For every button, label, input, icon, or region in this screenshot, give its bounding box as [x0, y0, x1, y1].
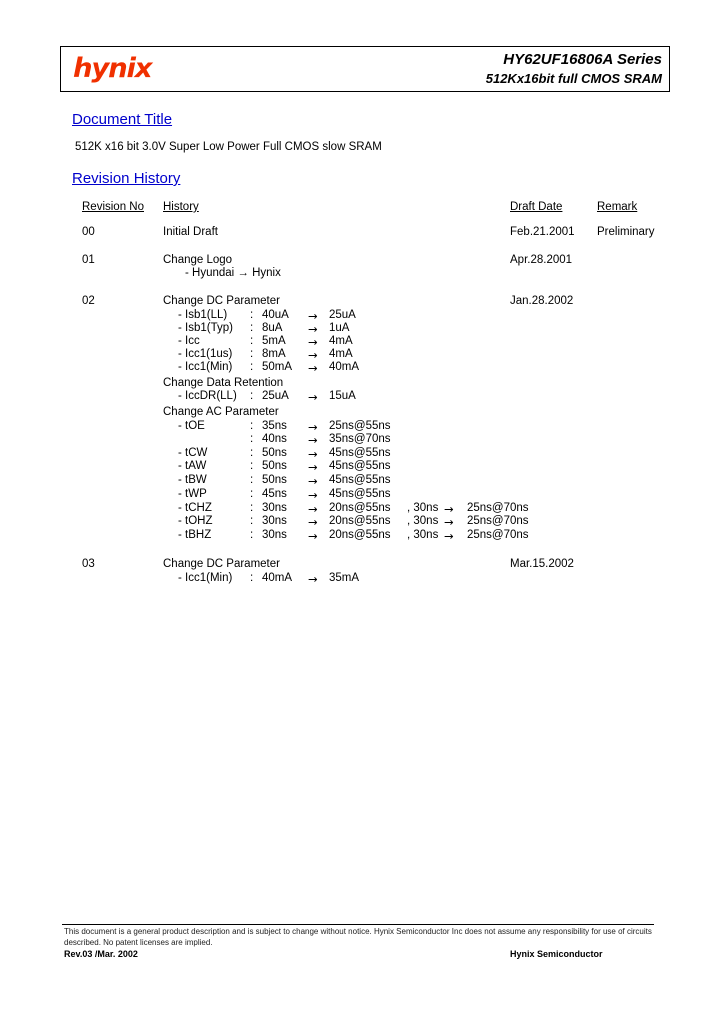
column-header-draft-date: Draft Date — [510, 201, 563, 213]
column-header-revision-no: Revision No — [82, 201, 144, 213]
table-row: Preliminary — [597, 226, 655, 238]
revision-history-heading: Revision History — [72, 170, 181, 187]
arrow-icon: → — [308, 529, 318, 543]
hynix-logo: hynix — [73, 53, 152, 84]
arrow-icon: → — [308, 447, 318, 461]
series-title: HY62UF16806A Series — [503, 51, 662, 68]
page-header-box: hynix HY62UF16806A Series 512Kx16bit ful… — [60, 46, 670, 92]
footer-revision: Rev.03 /Mar. 2002 — [64, 949, 138, 959]
document-title-text: 512K x16 bit 3.0V Super Low Power Full C… — [75, 141, 382, 153]
table-row: Change DC Parameter — [163, 295, 280, 307]
table-row: Mar.15.2002 — [510, 558, 574, 570]
arrow-icon: → — [308, 309, 318, 323]
arrow-icon: → — [308, 474, 318, 488]
arrow-icon: → — [308, 361, 318, 375]
arrow-icon: → — [444, 502, 454, 516]
data-retention-heading: Change Data Retention — [163, 377, 284, 389]
arrow-icon: → — [308, 420, 318, 434]
column-header-history: History — [163, 201, 199, 213]
column-header-remark: Remark — [597, 201, 638, 213]
arrow-icon: → — [308, 515, 318, 529]
footer-divider — [62, 924, 654, 925]
table-row: Apr.28.2001 — [510, 254, 573, 266]
arrow-icon: → — [308, 433, 318, 447]
arrow-icon: → — [308, 502, 318, 516]
arrow-icon: → — [308, 322, 318, 336]
table-row: Initial Draft — [163, 226, 218, 238]
arrow-icon: → — [308, 460, 318, 474]
arrow-icon: → — [308, 390, 318, 404]
series-subtitle: 512Kx16bit full CMOS SRAM — [485, 71, 662, 86]
table-row: 02 — [82, 295, 95, 307]
header-title-block: HY62UF16806A Series 512Kx16bit full CMOS… — [486, 50, 662, 88]
arrow-icon: → — [308, 572, 318, 586]
table-row: Change Logo — [163, 254, 233, 266]
arrow-icon: → — [308, 488, 318, 502]
table-row: 03 — [82, 558, 95, 570]
arrow-icon: → — [444, 515, 454, 529]
arrow-icon: → — [444, 529, 454, 543]
table-row: Jan.28.2002 — [510, 295, 574, 307]
footer-disclaimer: This document is a general product descr… — [64, 927, 652, 947]
ac-parameter-heading: Change AC Parameter — [163, 406, 279, 418]
document-title-heading: Document Title — [72, 111, 173, 128]
logo-change-detail: - Hyundai → Hynix — [185, 267, 281, 279]
footer-company: Hynix Semiconductor — [510, 949, 603, 959]
table-row: 01 — [82, 254, 95, 266]
arrow-icon: → — [308, 335, 318, 349]
table-row: 00 — [82, 226, 95, 238]
table-row: Feb.21.2001 — [510, 226, 575, 238]
arrow-icon: → — [308, 348, 318, 362]
table-row: Change DC Parameter — [163, 558, 280, 570]
datasheet-page: hynix HY62UF16806A Series 512Kx16bit ful… — [0, 0, 720, 1012]
